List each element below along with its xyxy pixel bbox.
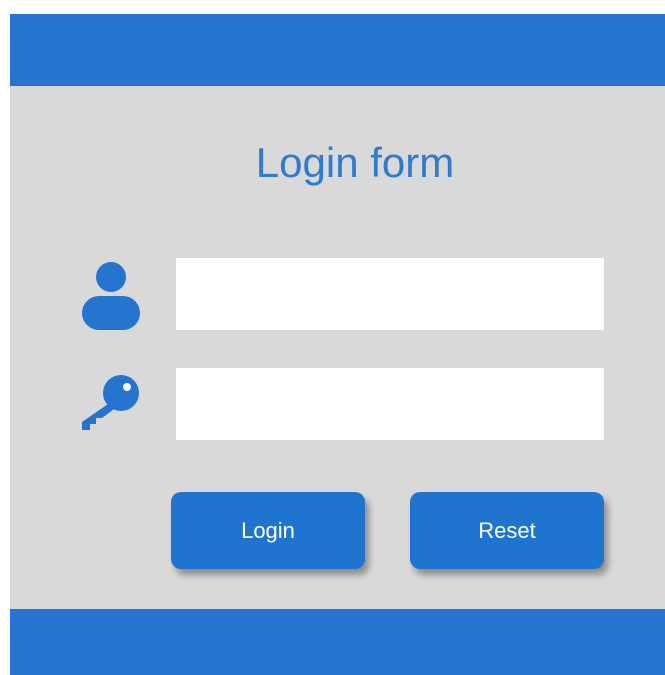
- password-input[interactable]: [176, 368, 604, 440]
- page-title: Login form: [255, 139, 455, 186]
- header-bar: [10, 14, 665, 86]
- username-input[interactable]: [176, 258, 604, 330]
- footer-bar: [10, 609, 665, 675]
- user-icon: [82, 262, 140, 330]
- login-window: Login form Login Reset: [10, 14, 665, 675]
- key-icon: [82, 375, 139, 430]
- reset-button[interactable]: Reset: [410, 492, 604, 569]
- login-button[interactable]: Login: [171, 492, 365, 569]
